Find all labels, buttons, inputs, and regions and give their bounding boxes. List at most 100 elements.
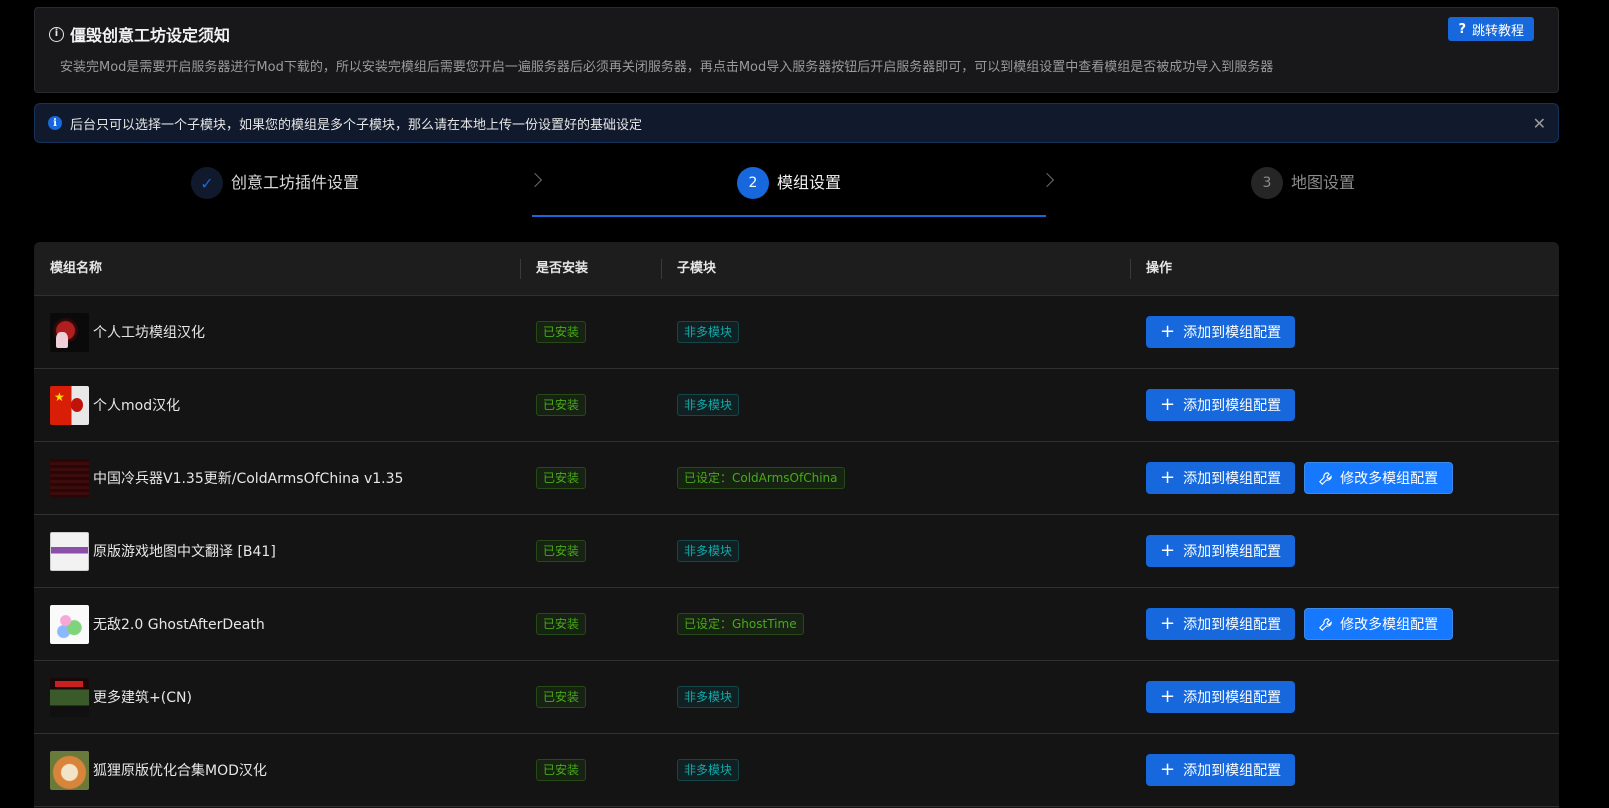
table-row: 中国冷兵器V1.35更新/ColdArmsOfChina v1.35 已安装 已… — [34, 442, 1559, 515]
wrench-icon — [1319, 471, 1332, 485]
actions-cell: + 添加到模组配置 — [1146, 369, 1296, 441]
alert-text: 后台只可以选择一个子模块，如果您的模组是多个子模块，那么请在本地上传一份设置好的… — [70, 117, 643, 133]
installed-cell: 已安装 — [536, 734, 587, 806]
mod-thumbnail — [50, 458, 89, 498]
step-label: 模组设置 — [777, 173, 842, 192]
step-number: 3 — [1251, 167, 1283, 199]
step-map-settings[interactable]: 3 地图设置 — [1251, 167, 1355, 219]
installed-cell: 已安装 — [536, 515, 587, 587]
add-to-mod-config-button[interactable]: + 添加到模组配置 — [1146, 681, 1296, 713]
mod-table: 模组名称 是否安装 子模块 操作 个人工坊模组汉化 已安装 非多模块 + 添加到… — [34, 242, 1559, 808]
header-submodule: 子模块 — [677, 261, 717, 276]
mod-thumbnail — [50, 677, 89, 717]
mod-name-cell: 更多建筑+(CN) — [50, 661, 192, 733]
mod-name: 个人mod汉化 — [93, 398, 181, 414]
submodule-cell: 非多模块 — [677, 369, 740, 441]
notice-card: i 僵毁创意工坊设定须知 安装完Mod是需要开启服务器进行Mod下载的，所以安装… — [34, 7, 1559, 93]
add-to-mod-config-button[interactable]: + 添加到模组配置 — [1146, 462, 1296, 494]
table-header: 模组名称 是否安装 子模块 操作 — [34, 242, 1559, 296]
actions-cell: + 添加到模组配置 修改多模组配置 — [1146, 588, 1454, 660]
step-workshop-plugin[interactable]: ✓ 创意工坊插件设置 — [191, 167, 359, 219]
mod-name: 狐狸原版优化合集MOD汉化 — [93, 763, 267, 779]
edit-multi-mod-config-button[interactable]: 修改多模组配置 — [1304, 608, 1454, 640]
wrench-icon — [1319, 617, 1332, 631]
mod-name: 更多建筑+(CN) — [93, 690, 192, 706]
header-mod-name: 模组名称 — [50, 261, 103, 276]
step-mod-settings[interactable]: 2 模组设置 — [737, 167, 841, 219]
actions-cell: + 添加到模组配置 — [1146, 296, 1296, 368]
actions-cell: + 添加到模组配置 — [1146, 515, 1296, 587]
notice-title: 僵毁创意工坊设定须知 — [70, 26, 231, 45]
plus-icon: + — [1160, 759, 1176, 780]
submodule-badge: 已设定：GhostTime — [677, 613, 804, 635]
plus-icon: + — [1160, 467, 1176, 488]
submodule-badge: 非多模块 — [677, 686, 740, 708]
info-icon: i — [48, 116, 62, 130]
step-label: 创意工坊插件设置 — [231, 173, 360, 192]
column-divider — [520, 259, 521, 279]
add-button-label: 添加到模组配置 — [1183, 398, 1282, 414]
add-to-mod-config-button[interactable]: + 添加到模组配置 — [1146, 389, 1296, 421]
check-icon: ✓ — [191, 167, 223, 199]
page: i 僵毁创意工坊设定须知 安装完Mod是需要开启服务器进行Mod下载的，所以安装… — [0, 0, 1609, 808]
active-step-underline — [532, 215, 1046, 217]
mod-thumbnail — [50, 312, 89, 352]
mod-name-cell: 个人mod汉化 — [50, 369, 180, 441]
submodule-cell: 非多模块 — [677, 296, 740, 368]
table-row: 个人mod汉化 已安装 非多模块 + 添加到模组配置 — [34, 369, 1559, 442]
add-to-mod-config-button[interactable]: + 添加到模组配置 — [1146, 608, 1296, 640]
add-button-label: 添加到模组配置 — [1183, 690, 1282, 706]
table-body: 个人工坊模组汉化 已安装 非多模块 + 添加到模组配置 个人mod汉化 已安装 … — [34, 296, 1559, 807]
mod-thumbnail — [50, 750, 89, 790]
installed-badge: 已安装 — [536, 540, 587, 562]
step-number: 2 — [737, 167, 769, 199]
tutorial-button-label: 跳转教程 — [1471, 23, 1524, 39]
submodule-badge: 非多模块 — [677, 321, 740, 343]
table-row: 原版游戏地图中文翻译 [B41] 已安装 非多模块 + 添加到模组配置 — [34, 515, 1559, 588]
installed-badge: 已安装 — [536, 394, 587, 416]
step-label: 地图设置 — [1291, 173, 1356, 192]
mod-name-cell: 中国冷兵器V1.35更新/ColdArmsOfChina v1.35 — [50, 442, 403, 514]
installed-badge: 已安装 — [536, 686, 587, 708]
close-icon[interactable]: ✕ — [1533, 114, 1546, 133]
add-button-label: 添加到模组配置 — [1183, 471, 1282, 487]
chevron-right-icon — [1039, 172, 1055, 188]
column-divider — [1130, 259, 1131, 279]
mod-thumbnail — [50, 385, 89, 425]
table-row: 无敌2.0 GhostAfterDeath 已安装 已设定：GhostTime … — [34, 588, 1559, 661]
installed-badge: 已安装 — [536, 321, 587, 343]
header-actions: 操作 — [1146, 261, 1173, 276]
add-to-mod-config-button[interactable]: + 添加到模组配置 — [1146, 754, 1296, 786]
installed-cell: 已安装 — [536, 588, 587, 660]
add-button-label: 添加到模组配置 — [1183, 325, 1282, 341]
actions-cell: + 添加到模组配置 — [1146, 734, 1296, 806]
mod-name: 原版游戏地图中文翻译 [B41] — [93, 544, 276, 560]
info-circle-icon: i — [49, 26, 64, 42]
submodule-cell: 已设定：GhostTime — [677, 588, 804, 660]
actions-cell: + 添加到模组配置 — [1146, 661, 1296, 733]
edit-multi-mod-config-button[interactable]: 修改多模组配置 — [1304, 462, 1454, 494]
plus-icon: + — [1160, 394, 1176, 415]
mod-name: 个人工坊模组汉化 — [93, 325, 205, 341]
submodule-badge: 非多模块 — [677, 759, 740, 781]
mod-name-cell: 无敌2.0 GhostAfterDeath — [50, 588, 265, 660]
add-button-label: 添加到模组配置 — [1183, 544, 1282, 560]
header-installed: 是否安装 — [536, 261, 589, 276]
tutorial-button[interactable]: ? 跳转教程 — [1448, 17, 1534, 41]
question-icon: ? — [1458, 21, 1466, 37]
column-divider — [661, 259, 662, 279]
mod-thumbnail — [50, 531, 89, 571]
add-to-mod-config-button[interactable]: + 添加到模组配置 — [1146, 535, 1296, 567]
installed-cell: 已安装 — [536, 296, 587, 368]
edit-button-label: 修改多模组配置 — [1340, 617, 1439, 633]
submodule-cell: 非多模块 — [677, 734, 740, 806]
table-row: 个人工坊模组汉化 已安装 非多模块 + 添加到模组配置 — [34, 296, 1559, 369]
mod-name: 无敌2.0 GhostAfterDeath — [93, 617, 265, 633]
installed-badge: 已安装 — [536, 467, 587, 489]
add-to-mod-config-button[interactable]: + 添加到模组配置 — [1146, 316, 1296, 348]
mod-thumbnail — [50, 604, 89, 644]
actions-cell: + 添加到模组配置 修改多模组配置 — [1146, 442, 1454, 514]
notice-description: 安装完Mod是需要开启服务器进行Mod下载的，所以安装完模组后需要您开启一遍服务… — [60, 60, 1274, 75]
add-button-label: 添加到模组配置 — [1183, 763, 1282, 779]
installed-cell: 已安装 — [536, 661, 587, 733]
